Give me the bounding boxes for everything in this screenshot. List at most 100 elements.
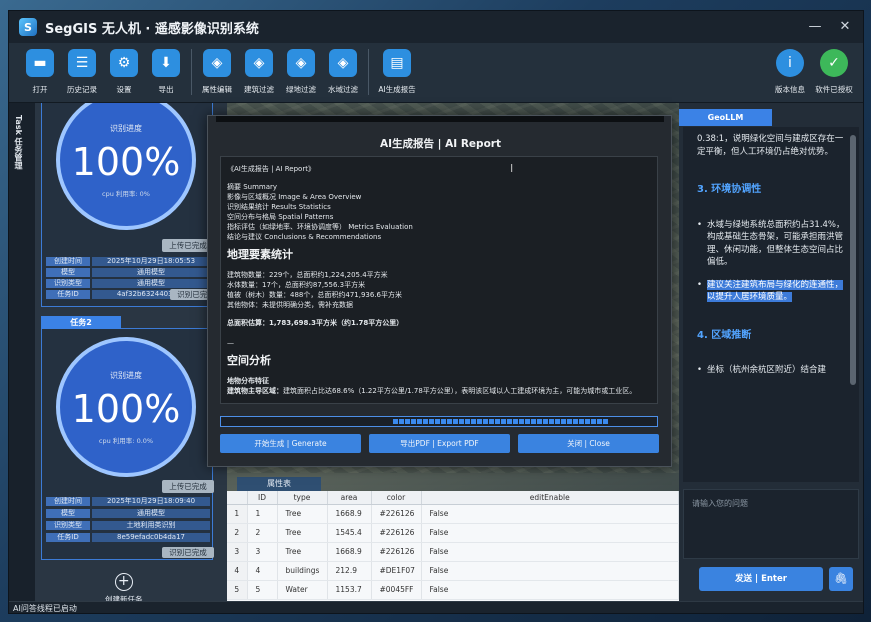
folder-icon: ▬ — [26, 49, 54, 77]
progress-fill — [393, 419, 609, 424]
field-value: 通用模型 — [92, 268, 210, 277]
history-icon: ☰ — [68, 49, 96, 77]
gear-icon: ⚙ — [110, 49, 138, 77]
table-cell[interactable]: False — [421, 542, 679, 562]
settings-button[interactable]: ⚙ 设置 — [103, 43, 145, 101]
column-header-color[interactable]: color — [371, 491, 422, 505]
table-row[interactable]: 3 3 Tree 1668.9 #226126 False — [227, 542, 679, 562]
toc-item: 空间分布与格局 Spatial Patterns — [227, 213, 334, 221]
question-input[interactable]: 请输入您的问题 — [683, 489, 859, 559]
chat-heading: 3. 环境协调性 — [697, 184, 762, 195]
table-cell[interactable]: 1668.9 — [327, 504, 372, 524]
table-cell[interactable]: 212.9 — [327, 561, 372, 581]
upload-status-button[interactable]: 上传已完成 — [162, 480, 214, 493]
table-cell[interactable]: False — [421, 561, 679, 581]
progress-label: 识别进度 — [110, 123, 142, 133]
field-value: 2025年10月29日18:05:53 — [92, 257, 210, 266]
field-key: 创建时间 — [46, 497, 90, 506]
table-cell[interactable]: Tree — [277, 542, 328, 562]
ai-report-button[interactable]: ▤ AI生成报告 — [373, 43, 421, 101]
row-number[interactable]: 5 — [227, 580, 248, 600]
table-cell[interactable]: #226126 — [371, 542, 422, 562]
table-cell[interactable]: Tree — [277, 523, 328, 543]
chat-paragraph: 0.38:1，说明绿化空间与建成区存在一定平衡，但人工环境仍占绝对优势。 — [697, 134, 844, 157]
column-header-editenable[interactable]: editEnable — [421, 491, 679, 505]
scrollbar-thumb[interactable] — [850, 135, 856, 385]
table-cell[interactable]: buildings — [277, 561, 328, 581]
row-number[interactable]: 1 — [227, 504, 248, 524]
minimize-button[interactable]: — — [805, 17, 825, 37]
field-key: 识别类型 — [46, 279, 90, 288]
report-subheading: 地物分布特征 — [227, 377, 269, 385]
ai-report-dialog: AI生成报告 | AI Report 《AI生成报告 | AI Report》 … — [207, 115, 672, 467]
open-button[interactable]: ▬ 打开 — [19, 43, 61, 101]
table-row[interactable]: 4 4 buildings 212.9 #DE1F07 False — [227, 561, 679, 581]
green-filter-button[interactable]: ◈ 绿地过滤 — [280, 43, 322, 101]
toc-item: 指标评估（如绿地率、环境协调度等） Metrics Evaluation — [227, 223, 413, 231]
table-cell[interactable]: #226126 — [371, 504, 422, 524]
building-filter-button[interactable]: ◈ 建筑过滤 — [238, 43, 280, 101]
table-cell[interactable]: 2 — [247, 523, 278, 543]
selected-text: 建议关注建筑布局与绿化的连通性，以提升人居环境质量。 — [707, 279, 844, 302]
table-cell[interactable]: Tree — [277, 504, 328, 524]
close-dialog-button[interactable]: 关闭 | Close — [518, 434, 659, 453]
cpu-usage: cpu 利用率: 0.0% — [98, 436, 154, 445]
recognition-status-button[interactable]: 识别已完成 — [162, 547, 214, 558]
table-row[interactable]: 1 1 Tree 1668.9 #226126 False — [227, 504, 679, 524]
table-cell[interactable]: #0045FF — [371, 580, 422, 600]
task-manager-tab[interactable]: Task 任务管理 — [9, 103, 35, 603]
status-bar: AI问答线程已启动 — [9, 601, 863, 613]
table-row[interactable]: 5 5 Water 1153.7 #0045FF False — [227, 580, 679, 600]
column-header[interactable] — [227, 491, 248, 505]
history-button[interactable]: ☰ 历史记录 — [61, 43, 103, 101]
table-cell[interactable]: False — [421, 580, 679, 600]
export-icon: ⬇ — [152, 49, 180, 77]
column-header-id[interactable]: ID — [247, 491, 278, 505]
table-cell[interactable]: #DE1F07 — [371, 561, 422, 581]
geollm-tab[interactable]: GeoLLM — [679, 109, 772, 126]
table-cell[interactable]: Water — [277, 580, 328, 600]
chat-scrollbar[interactable] — [849, 127, 857, 482]
send-button[interactable]: 发送 | Enter — [699, 567, 823, 591]
export-button[interactable]: ⬇ 导出 — [145, 43, 187, 101]
ai-report-label: AI生成报告 — [378, 85, 416, 94]
stat-line: 植被（树木）数量：488个，总面积约471,936.6平方米 — [227, 291, 402, 299]
table-cell[interactable]: 5 — [247, 580, 278, 600]
close-window-button[interactable]: ✕ — [835, 17, 855, 37]
attribute-table-tab[interactable]: 属性表 — [237, 477, 321, 491]
new-task-button[interactable]: + 创建新任务 — [105, 573, 143, 603]
table-cell[interactable]: False — [421, 504, 679, 524]
report-content[interactable]: 《AI生成报告 | AI Report》 摘要 Summary 影像与区域概况 … — [220, 156, 658, 404]
generate-button[interactable]: 开始生成 | Generate — [220, 434, 361, 453]
license-button[interactable]: ✓ 软件已授权 — [811, 43, 857, 101]
attribute-table: ID type area color editEnable 1 1 Tree 1668… — [227, 491, 679, 603]
row-number[interactable]: 4 — [227, 561, 248, 581]
row-number[interactable]: 3 — [227, 542, 248, 562]
task-header[interactable]: 任务2 — [41, 316, 121, 329]
table-cell[interactable]: 1 — [247, 504, 278, 524]
export-pdf-button[interactable]: 导出PDF | Export PDF — [369, 434, 510, 453]
table-cell[interactable]: 1668.9 — [327, 542, 372, 562]
toolbar-divider — [191, 49, 192, 95]
column-header-type[interactable]: type — [277, 491, 328, 505]
row-number[interactable]: 2 — [227, 523, 248, 543]
version-info-button[interactable]: i 版本信息 — [769, 43, 811, 101]
table-cell[interactable]: 4 — [247, 561, 278, 581]
field-key: 任务ID — [46, 290, 90, 299]
water-filter-button[interactable]: ◈ 水域过滤 — [322, 43, 364, 101]
report-heading: 地理要素统计 — [227, 248, 293, 261]
attribute-edit-button[interactable]: ◈ 属性编辑 — [196, 43, 238, 101]
task-field: 任务ID 8e59efadc0b4da17 — [46, 533, 210, 542]
column-header-area[interactable]: area — [327, 491, 372, 505]
green-filter-icon: ◈ — [287, 49, 315, 77]
table-cell[interactable]: 1153.7 — [327, 580, 372, 600]
table-cell[interactable]: False — [421, 523, 679, 543]
table-cell[interactable]: #226126 — [371, 523, 422, 543]
chat-history[interactable]: 0.38:1，说明绿化空间与建成区存在一定平衡，但人工环境仍占绝对优势。 3. … — [683, 127, 859, 482]
table-cell[interactable]: 3 — [247, 542, 278, 562]
attachment-icon[interactable]: 🖇 — [829, 567, 853, 591]
table-cell[interactable]: 1545.4 — [327, 523, 372, 543]
progress-ring: 识别进度 100% cpu 利用率: 0.0% — [56, 337, 196, 477]
table-row[interactable]: 2 2 Tree 1545.4 #226126 False — [227, 523, 679, 543]
field-key: 模型 — [46, 509, 90, 518]
